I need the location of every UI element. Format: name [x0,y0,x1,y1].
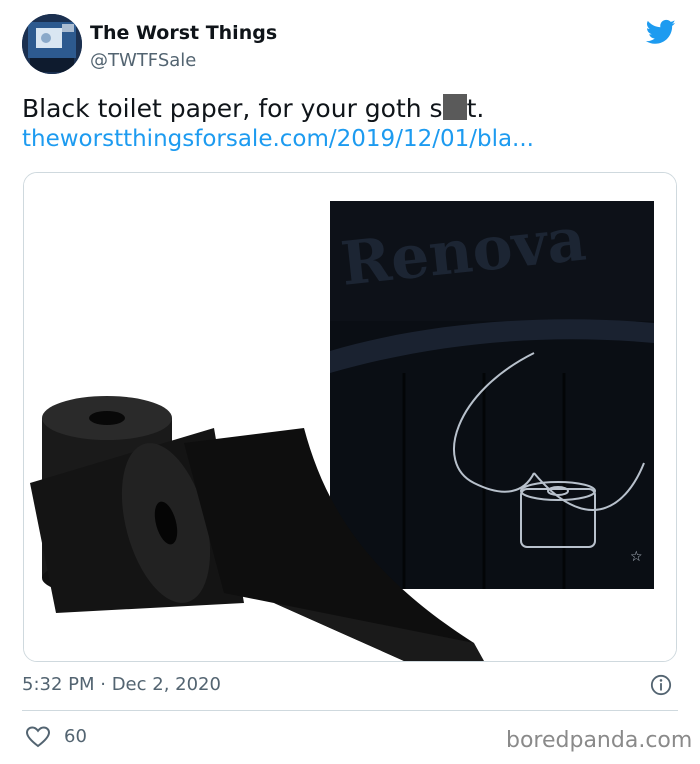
like-count: 60 [64,726,87,747]
tweet-media-image[interactable]: Renova ☆ [23,172,677,662]
redaction-block [442,94,467,120]
twitter-bird-icon[interactable] [644,17,678,47]
tweet-text-end: t. [466,94,485,123]
tweet-text-start: Black toilet paper, for your goth s [22,94,443,123]
author-name[interactable]: The Worst Things [90,22,277,44]
heart-icon[interactable] [26,726,50,748]
toilet-paper-package: Renova ☆ [330,201,654,589]
tweet-text: Black toilet paper, for your goth s t. [22,94,484,123]
watermark: boredpanda.com [506,728,693,753]
tweet-timestamp[interactable]: 5:32 PM · Dec 2, 2020 [22,674,221,695]
tweet-link[interactable]: theworstthingsforsale.com/2019/12/01/bla… [22,126,534,152]
author-avatar[interactable] [22,14,82,74]
svg-text:☆: ☆ [630,549,643,565]
info-icon[interactable] [650,674,672,696]
author-handle[interactable]: @TWTFSale [90,50,196,71]
divider [22,710,678,711]
